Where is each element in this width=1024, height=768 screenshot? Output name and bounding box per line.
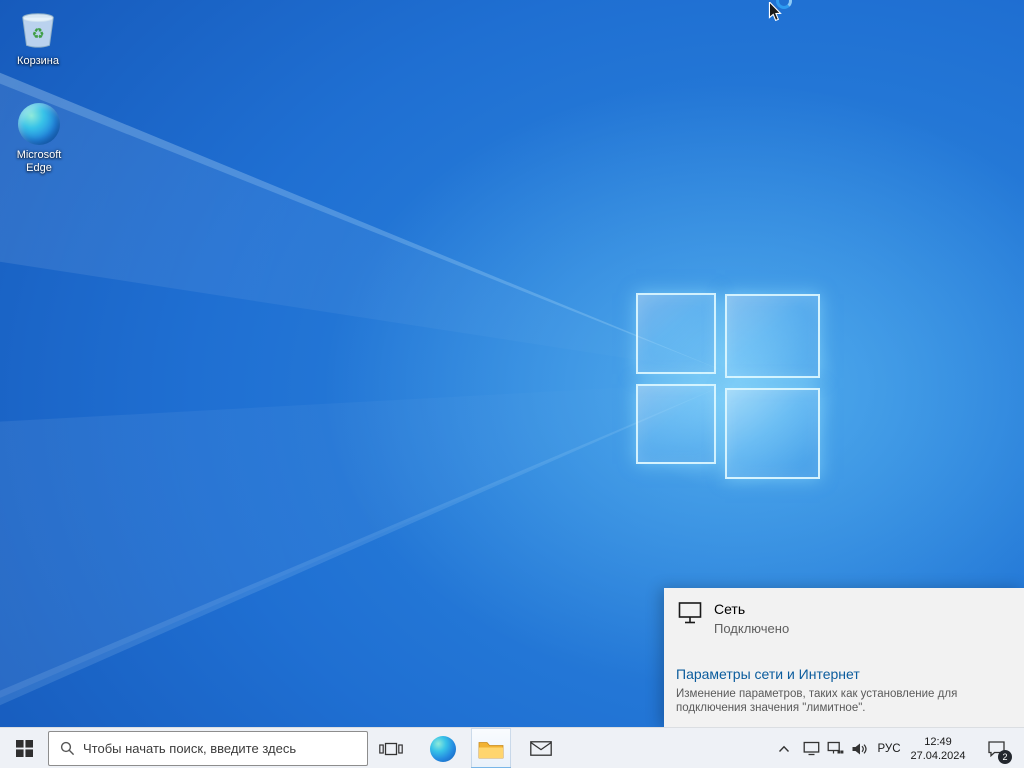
network-settings-description: Изменение параметров, таких как установл… [676,687,1014,715]
search-input[interactable] [83,741,361,756]
taskbar-edge-button[interactable] [423,728,463,768]
notification-badge: 2 [998,750,1012,764]
tray-network-icon[interactable] [823,728,847,768]
desktop-icon-label: Microsoft Edge [3,149,75,175]
tray-volume-icon[interactable] [847,728,871,768]
recycle-bin-icon: ♻ [16,8,60,52]
file-explorer-icon [478,739,504,759]
mail-icon [530,741,552,756]
network-name: Сеть [714,601,745,617]
action-center-button[interactable]: 2 [974,728,1018,768]
taskbar-file-explorer-button[interactable] [471,728,511,768]
task-view-icon [379,741,403,757]
network-status: Подключено [714,621,789,636]
edge-icon [430,736,456,762]
ethernet-icon [678,601,704,625]
task-view-button[interactable] [371,728,411,768]
desktop-icon-microsoft-edge[interactable]: Microsoft Edge [3,102,75,175]
windows-logo-pane [636,384,716,464]
windows-logo-icon [16,740,33,757]
taskbar-search-box[interactable] [48,731,368,766]
language-indicator[interactable]: РУС [872,728,906,768]
windows-desktop-screen: ♻ Корзина Microsoft Edge Сеть [0,0,1024,768]
taskbar-clock[interactable]: 12:49 27.04.2024 [906,728,970,768]
show-hidden-icons-button[interactable] [772,728,796,768]
windows-logo-pane [725,294,820,378]
windows-logo-pane [725,388,820,479]
desktop-icon-recycle-bin[interactable]: ♻ Корзина [2,8,74,68]
taskbar-mail-button[interactable] [521,728,561,768]
network-flyout-panel: Сеть Подключено Параметры сети и Интерне… [664,588,1024,727]
desktop-icon-label: Корзина [2,55,74,68]
search-icon [60,741,75,756]
clock-time: 12:49 [924,735,952,749]
windows-logo-pane [636,293,716,374]
chevron-up-icon [778,745,790,753]
edge-icon [17,102,61,146]
start-button[interactable] [0,728,48,768]
tray-display-icon[interactable] [799,728,823,768]
taskbar: РУС 12:49 27.04.2024 2 [0,727,1024,768]
network-settings-link[interactable]: Параметры сети и Интернет [676,666,860,682]
clock-date: 27.04.2024 [910,749,965,763]
svg-text:♻: ♻ [32,27,45,43]
